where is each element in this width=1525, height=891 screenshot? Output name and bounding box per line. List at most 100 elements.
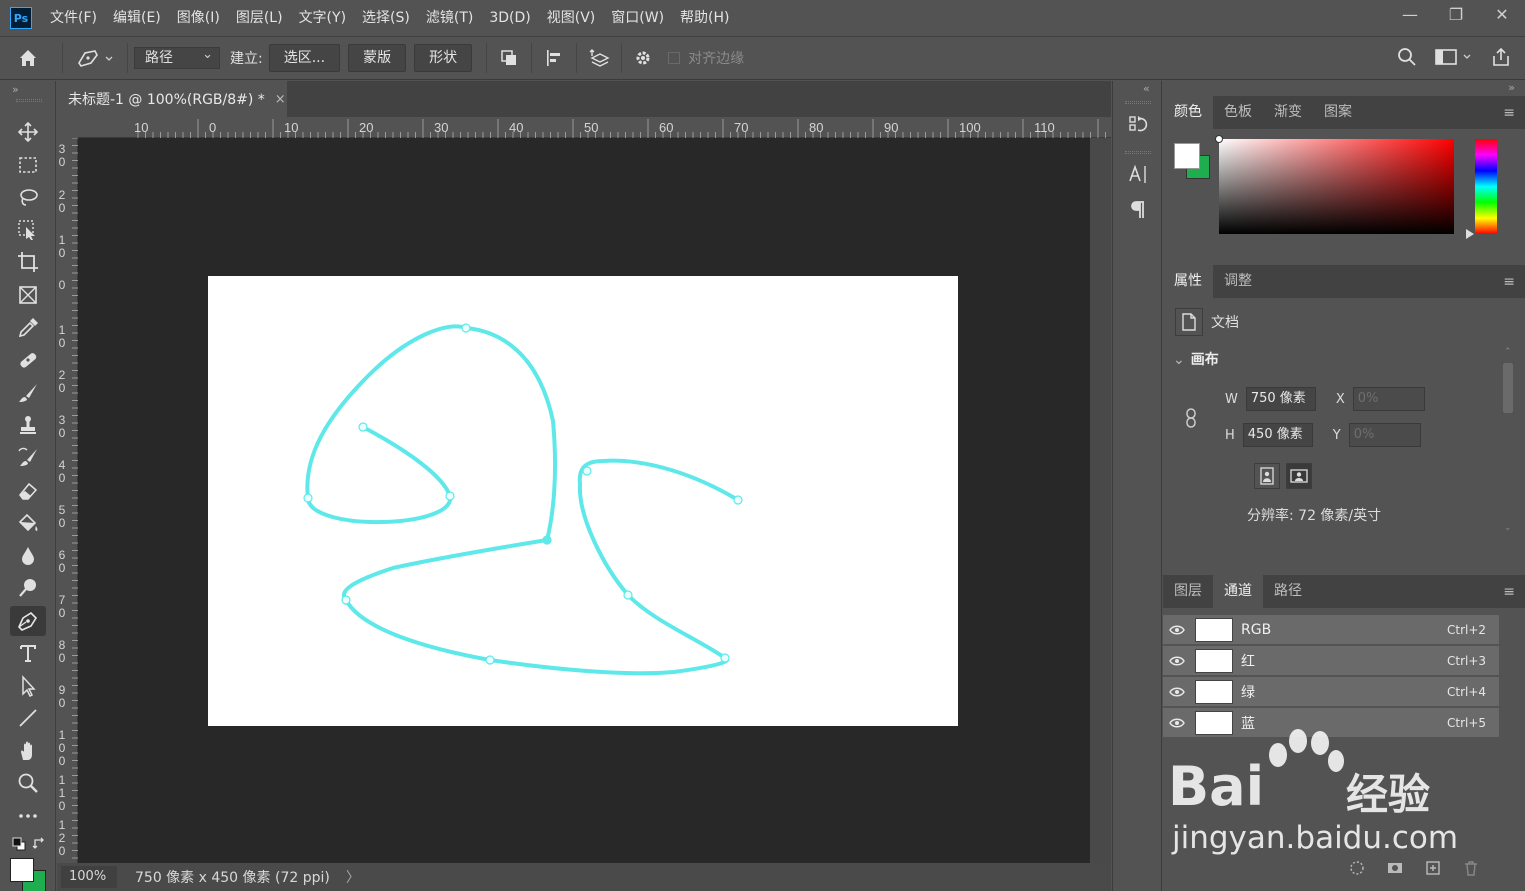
panel-grip[interactable] xyxy=(1125,101,1151,104)
type-tool-icon[interactable] xyxy=(10,638,46,668)
workspace-icon[interactable] xyxy=(1435,47,1473,67)
anchor-point[interactable] xyxy=(720,653,730,663)
brush-tool-icon[interactable] xyxy=(10,378,46,408)
visibility-eye-icon[interactable] xyxy=(1163,687,1191,697)
menu-edit[interactable]: 编辑(E) xyxy=(105,0,169,36)
tab-patterns[interactable]: 图案 xyxy=(1313,96,1363,129)
scroll-down-icon[interactable]: ⌄ xyxy=(1504,523,1512,533)
clone-stamp-tool-icon[interactable] xyxy=(10,410,46,440)
path-operations-icon[interactable] xyxy=(493,48,525,68)
pen-tool-preset-icon[interactable] xyxy=(69,47,121,69)
collapse-arrows-icon[interactable]: » xyxy=(12,83,19,96)
gear-icon[interactable] xyxy=(628,48,658,68)
blur-tool-icon[interactable] xyxy=(10,541,46,571)
panel-menu-icon[interactable]: ≡ xyxy=(1503,584,1515,600)
zoom-level-field[interactable]: 100% xyxy=(61,866,117,888)
anchor-point[interactable] xyxy=(485,655,495,665)
close-icon[interactable]: × xyxy=(275,92,286,107)
panel-menu-icon[interactable]: ≡ xyxy=(1503,274,1515,290)
search-icon[interactable] xyxy=(1397,47,1417,67)
foreground-color-swatch[interactable] xyxy=(1174,143,1200,169)
panel-grip[interactable] xyxy=(16,99,42,102)
close-button[interactable]: ✕ xyxy=(1479,0,1525,28)
menu-view[interactable]: 视图(V) xyxy=(539,0,604,36)
color-picker-cursor[interactable] xyxy=(1215,135,1223,143)
collapse-arrows-icon[interactable]: » xyxy=(1508,81,1515,94)
channel-row-green[interactable]: 绿 Ctrl+4 xyxy=(1163,677,1499,707)
anchor-point[interactable] xyxy=(358,422,368,432)
visibility-eye-icon[interactable] xyxy=(1163,625,1191,635)
landscape-orientation-icon[interactable] xyxy=(1286,463,1312,489)
path-alignment-icon[interactable] xyxy=(538,48,570,68)
pen-path[interactable] xyxy=(305,324,740,676)
ruler-corner[interactable] xyxy=(57,117,78,138)
hand-tool-icon[interactable] xyxy=(10,736,46,766)
anchor-point[interactable] xyxy=(303,493,313,503)
make-selection-button[interactable]: 选区... xyxy=(268,44,341,72)
eyedropper-tool-icon[interactable] xyxy=(10,313,46,343)
make-mask-button[interactable]: 蒙版 xyxy=(348,44,407,72)
tab-swatches[interactable]: 色板 xyxy=(1213,96,1263,129)
tab-properties[interactable]: 属性 xyxy=(1163,265,1213,298)
line-tool-icon[interactable] xyxy=(10,703,46,733)
tab-color[interactable]: 颜色 xyxy=(1163,96,1213,129)
photoshop-logo[interactable]: Ps xyxy=(10,7,32,29)
path-selection-tool-icon[interactable] xyxy=(10,671,46,701)
tab-layers[interactable]: 图层 xyxy=(1163,575,1213,608)
y-input[interactable]: 0% xyxy=(1348,423,1421,447)
anchor-point[interactable] xyxy=(341,595,351,605)
paragraph-panel-icon[interactable] xyxy=(1125,197,1151,223)
align-edges-checkbox[interactable] xyxy=(668,52,681,64)
more-tools-icon[interactable] xyxy=(10,801,46,831)
anchor-point-selected[interactable] xyxy=(542,535,552,545)
tab-adjustments[interactable]: 调整 xyxy=(1213,265,1263,298)
default-colors-icon[interactable] xyxy=(12,837,26,855)
canvas-scrollbar[interactable] xyxy=(1090,138,1111,863)
move-tool-icon[interactable] xyxy=(10,117,46,147)
eraser-tool-icon[interactable] xyxy=(10,476,46,506)
foreground-color-swatch[interactable] xyxy=(10,858,34,882)
character-panel-icon[interactable] xyxy=(1125,161,1151,187)
menu-image[interactable]: 图像(I) xyxy=(169,0,228,36)
anchor-point[interactable] xyxy=(733,495,743,505)
portrait-orientation-icon[interactable] xyxy=(1254,463,1280,489)
object-selection-tool-icon[interactable] xyxy=(10,215,46,245)
menu-select[interactable]: 选择(S) xyxy=(354,0,418,36)
channel-row-rgb[interactable]: RGB Ctrl+2 xyxy=(1163,615,1499,645)
tab-channels[interactable]: 通道 xyxy=(1213,575,1263,608)
menu-layer[interactable]: 图层(L) xyxy=(228,0,291,36)
menu-3d[interactable]: 3D(D) xyxy=(481,0,538,36)
menu-file[interactable]: 文件(F) xyxy=(42,0,105,36)
status-menu-arrow-icon[interactable]: 〉 xyxy=(346,867,360,887)
width-input[interactable]: 750 像素 xyxy=(1245,387,1316,411)
path-arrangement-icon[interactable] xyxy=(583,48,615,68)
properties-scrollbar[interactable]: ⌃ ⌄ xyxy=(1501,347,1515,537)
expand-arrows-icon[interactable]: « xyxy=(1143,82,1150,95)
height-input[interactable]: 450 像素 xyxy=(1242,423,1313,447)
tab-paths[interactable]: 路径 xyxy=(1263,575,1313,608)
x-input[interactable]: 0% xyxy=(1352,387,1425,411)
history-brush-tool-icon[interactable] xyxy=(10,443,46,473)
crop-tool-icon[interactable] xyxy=(10,247,46,277)
marquee-tool-icon[interactable] xyxy=(10,150,46,180)
pen-tool-icon[interactable] xyxy=(10,606,46,636)
zoom-tool-icon[interactable] xyxy=(10,768,46,798)
anchor-point[interactable] xyxy=(461,323,471,333)
menu-window[interactable]: 窗口(W) xyxy=(603,0,672,36)
canvas-section-header[interactable]: ⌄ 画布 xyxy=(1173,349,1219,369)
menu-type[interactable]: 文字(Y) xyxy=(291,0,354,36)
document-canvas[interactable] xyxy=(208,276,958,726)
frame-tool-icon[interactable] xyxy=(10,280,46,310)
pen-mode-select[interactable]: 路径 xyxy=(134,45,220,69)
menu-filter[interactable]: 滤镜(T) xyxy=(418,0,481,36)
panel-menu-icon[interactable]: ≡ xyxy=(1503,105,1515,121)
hue-slider-marker[interactable] xyxy=(1466,229,1474,239)
share-icon[interactable] xyxy=(1491,47,1511,67)
healing-brush-tool-icon[interactable] xyxy=(10,345,46,375)
document-tab[interactable]: 未标题-1 @ 100%(RGB/8#) * × xyxy=(57,81,287,117)
horizontal-ruler[interactable]: 10 0 10 20 30 40 50 60 70 80 90 100 110 xyxy=(78,117,1111,138)
panel-grip[interactable] xyxy=(1125,151,1151,154)
anchor-point[interactable] xyxy=(582,466,592,476)
minimize-button[interactable]: — xyxy=(1387,0,1433,28)
anchor-point[interactable] xyxy=(623,590,633,600)
